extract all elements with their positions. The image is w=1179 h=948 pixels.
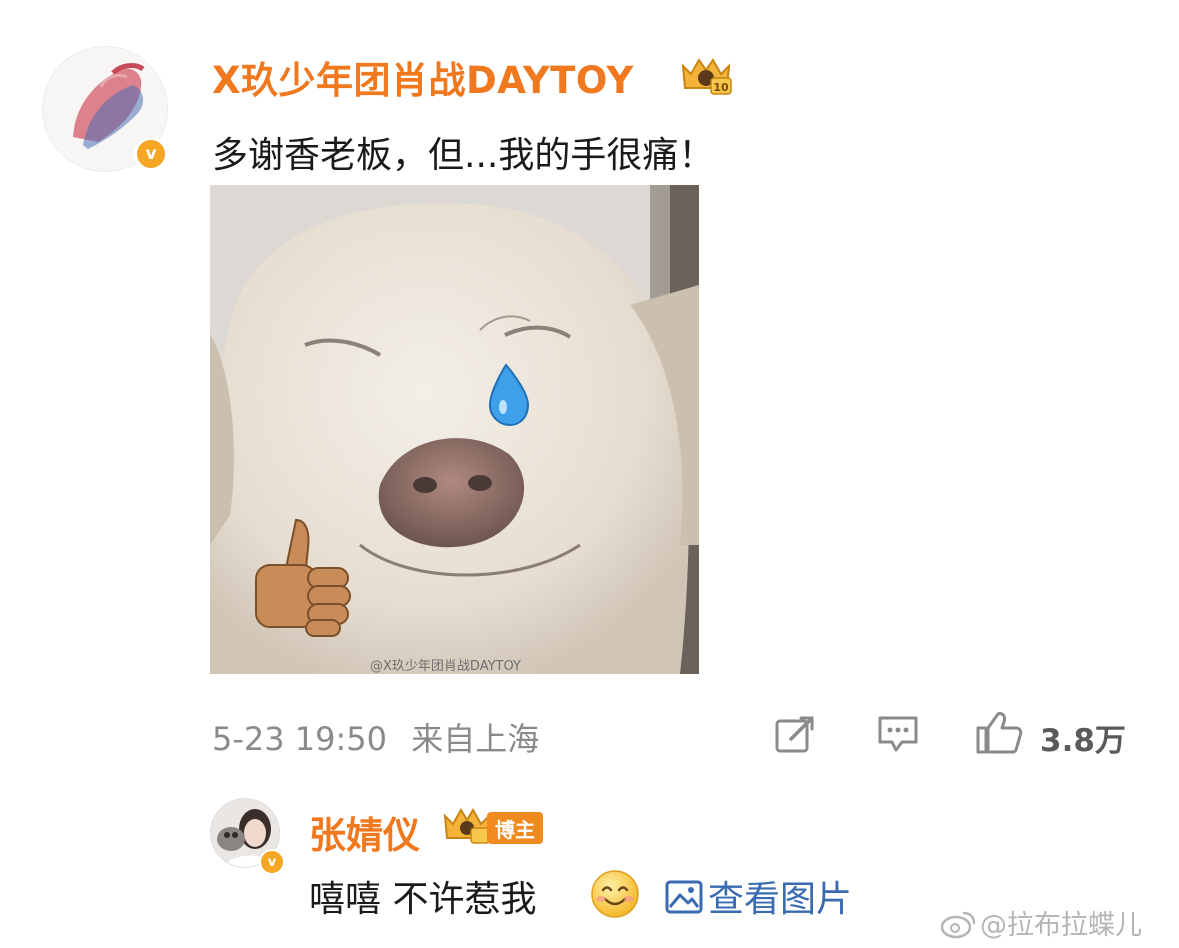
- comment-location: 来自上海: [411, 720, 540, 758]
- smile-emoji-icon: [591, 870, 639, 918]
- image-watermark: @X玖少年团肖战DAYTOY: [370, 659, 521, 674]
- view-image-label[interactable]: 查看图片: [708, 879, 852, 920]
- commenter-username[interactable]: X玖少年团肖战DAYTOY: [212, 50, 634, 104]
- verified-badge-icon: v: [259, 849, 285, 875]
- crown-badge-icon: [443, 808, 491, 844]
- comment-icon[interactable]: [876, 714, 920, 754]
- crown-level: 10: [713, 81, 729, 94]
- image-icon: [665, 880, 703, 914]
- comment-meta: 5-23 19:50 来自上海: [212, 714, 539, 760]
- bottom-watermark: @拉布拉蝶儿: [940, 903, 1142, 942]
- like-icon[interactable]: [974, 710, 1024, 756]
- main-comment-text: 多谢香老板，但...我的手很痛！: [212, 135, 715, 176]
- reply-comment-text: 嘻嘻 不许惹我: [309, 879, 537, 920]
- weibo-logo-icon: [940, 911, 976, 939]
- comment-image-dog[interactable]: [210, 185, 699, 674]
- watermark-text: @拉布拉蝶儿: [980, 910, 1142, 941]
- role-badge: 博主: [487, 812, 543, 844]
- view-image-link[interactable]: 查看图片: [664, 870, 852, 922]
- crown-badge-icon: 10: [681, 58, 732, 95]
- comment-timestamp: 5-23 19:50: [212, 720, 388, 758]
- like-count: 3.8万: [1040, 723, 1126, 759]
- repost-icon[interactable]: [773, 713, 817, 757]
- reply-username[interactable]: 张婧仪: [309, 805, 420, 859]
- verified-badge-icon: v: [134, 137, 168, 171]
